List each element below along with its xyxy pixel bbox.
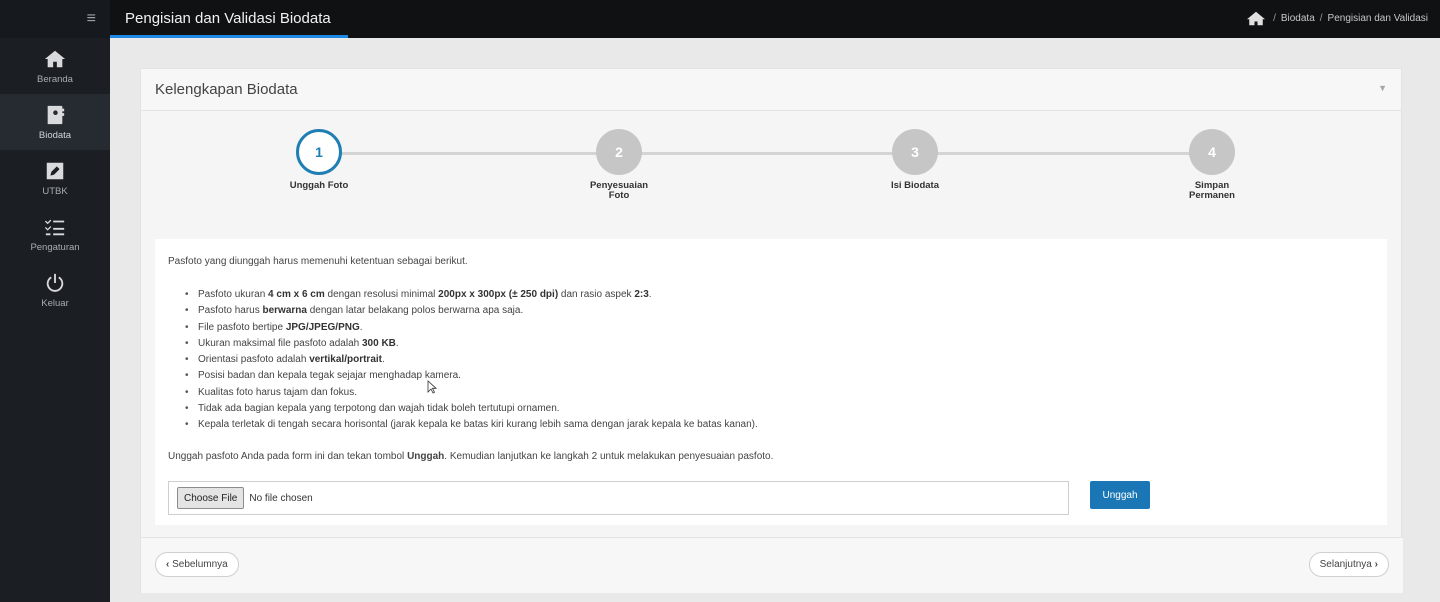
step-number: 4 — [1189, 129, 1235, 175]
previous-button[interactable]: ‹ Sebelumnya — [155, 552, 239, 577]
top-bar: Pengisian dan Validasi Biodata / Biodata… — [110, 0, 1440, 38]
page-title: Pengisian dan Validasi Biodata — [125, 10, 331, 27]
sidebar-item-keluar[interactable]: Keluar — [0, 262, 110, 318]
sidebar-item-label: Biodata — [38, 129, 72, 141]
sidebar-item-beranda[interactable]: Beranda — [0, 38, 110, 94]
breadcrumb-separator: / — [1319, 13, 1323, 24]
step-2[interactable]: 2 Penyesuaian Foto — [549, 129, 689, 202]
hamburger-menu-icon[interactable]: ≡ — [87, 11, 96, 27]
previous-button-label: Sebelumnya — [172, 559, 228, 570]
list-item: Kepala terletak di tengah secara horison… — [185, 417, 758, 434]
step-connector-line — [319, 152, 1212, 155]
breadcrumb-item-current: Pengisian dan Validasi — [1327, 13, 1428, 24]
requirements-list: Pasfoto ukuran 4 cm x 6 cm dengan resolu… — [185, 287, 758, 434]
step-1[interactable]: 1 Unggah Foto — [249, 129, 389, 191]
card-header: Kelengkapan Biodata ▼ — [141, 69, 1401, 111]
collapse-toggle-icon[interactable]: ▼ — [1378, 83, 1387, 93]
file-input[interactable]: Choose File No file chosen — [168, 481, 1069, 515]
home-icon — [44, 50, 66, 67]
sidebar-item-label: Keluar — [41, 297, 69, 309]
upload-button[interactable]: Unggah — [1090, 481, 1150, 509]
breadcrumb-item-biodata[interactable]: Biodata — [1281, 13, 1315, 24]
checklist-icon — [44, 219, 65, 235]
sidebar-item-label: UTBK — [42, 185, 68, 197]
requirements-intro: Pasfoto yang diunggah harus memenuhi ket… — [168, 256, 468, 267]
step-label: Penyesuaian Foto — [589, 180, 649, 202]
sidebar-item-label: Pengaturan — [30, 241, 80, 253]
list-item: Kualitas foto harus tajam dan fokus. — [185, 385, 758, 402]
list-item: Orientasi pasfoto adalah vertikal/portra… — [185, 352, 758, 369]
sidebar-header: ≡ — [0, 0, 110, 38]
choose-file-button[interactable]: Choose File — [177, 487, 245, 509]
list-item: Ukuran maksimal file pasfoto adalah 300 … — [185, 336, 758, 353]
loading-progress-bar — [110, 35, 348, 38]
list-item: Posisi badan dan kepala tegak sejajar me… — [185, 368, 758, 385]
list-item: Pasfoto ukuran 4 cm x 6 cm dengan resolu… — [185, 287, 758, 304]
next-button[interactable]: Selanjutnya › — [1308, 552, 1389, 577]
upload-content: Pasfoto yang diunggah harus memenuhi ket… — [155, 239, 1387, 525]
wizard-steps: 1 Unggah Foto 2 Penyesuaian Foto 3 Isi B… — [141, 111, 1401, 239]
list-item: File pasfoto bertipe JPG/JPEG/PNG. — [185, 320, 758, 337]
step-number: 2 — [596, 129, 642, 175]
file-status-text: No file chosen — [249, 492, 313, 504]
card-title: Kelengkapan Biodata — [155, 81, 298, 98]
chevron-right-icon: › — [1374, 559, 1378, 570]
list-item: Pasfoto harus berwarna dengan latar bela… — [185, 303, 758, 320]
step-label: Simpan Permanen — [1189, 180, 1235, 202]
edit-icon — [46, 162, 64, 179]
step-label: Isi Biodata — [890, 180, 940, 191]
breadcrumb: / Biodata / Pengisian dan Validasi — [1247, 11, 1428, 26]
sidebar-item-label: Beranda — [37, 73, 73, 85]
home-icon[interactable] — [1247, 11, 1266, 26]
sidebar-item-biodata[interactable]: Biodata — [0, 94, 110, 150]
chevron-left-icon: ‹ — [166, 559, 170, 570]
biodata-card: Kelengkapan Biodata ▼ 1 Unggah Foto 2 Pe… — [140, 68, 1403, 593]
card-footer: ‹ Sebelumnya Selanjutnya › — [141, 537, 1403, 593]
contact-book-icon — [47, 105, 65, 124]
step-number: 1 — [296, 129, 342, 175]
step-3[interactable]: 3 Isi Biodata — [845, 129, 985, 191]
sidebar: ≡ Beranda Biodata UTBK Pengaturan Keluar — [0, 0, 110, 602]
sidebar-item-pengaturan[interactable]: Pengaturan — [0, 206, 110, 262]
power-icon — [46, 273, 64, 292]
breadcrumb-separator: / — [1273, 13, 1276, 24]
step-label: Unggah Foto — [289, 180, 349, 191]
next-button-label: Selanjutnya — [1319, 559, 1372, 570]
step-number: 3 — [892, 129, 938, 175]
upload-instruction: Unggah pasfoto Anda pada form ini dan te… — [168, 451, 774, 462]
list-item: Tidak ada bagian kepala yang terpotong d… — [185, 401, 758, 418]
sidebar-item-utbk[interactable]: UTBK — [0, 150, 110, 206]
step-4[interactable]: 4 Simpan Permanen — [1142, 129, 1282, 202]
mouse-cursor-icon — [427, 380, 437, 394]
